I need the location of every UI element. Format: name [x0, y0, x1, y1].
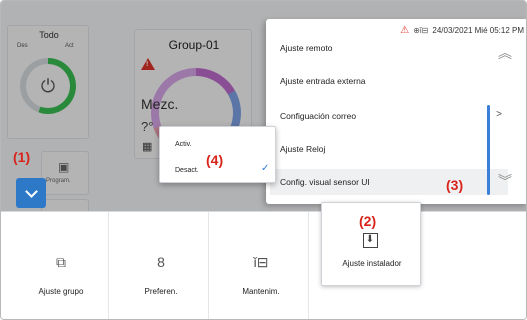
tile-label: Ajuste instalador	[342, 259, 402, 268]
tile-label: Ajuste grupo	[38, 287, 84, 296]
menu-item-label: Config. visual sensor UI	[280, 177, 370, 187]
device-icon: ⊕ǐ⊟	[413, 25, 429, 35]
bottom-menu: ⧉ Ajuste grupo 8 Preferen. ǐ⊟ Mantenim. …	[1, 202, 526, 319]
menu-item-ajuste-remoto[interactable]: Ajuste remoto	[280, 35, 500, 61]
option-activ[interactable]: Activ.	[175, 141, 192, 148]
callout-3: (3)	[446, 177, 464, 193]
option-desact[interactable]: Desact.	[175, 167, 199, 174]
menu-item-sensor-ui[interactable]: Config. visual sensor UI	[270, 169, 508, 195]
scroll-down-icon[interactable]: ︾	[498, 171, 512, 191]
settings-panel: ⚠ ⊕ǐ⊟ 24/03/2021 Mié 05:12 PM Ajuste rem…	[266, 19, 526, 204]
callout-4: (4)	[206, 152, 224, 168]
callout-1: (1)	[13, 149, 31, 165]
tile-label: Preferen.	[144, 287, 178, 296]
scrollbar[interactable]	[487, 105, 490, 195]
user-icon: 8	[157, 254, 165, 270]
tile-preferen[interactable]: 8 Preferen.	[113, 212, 209, 319]
callout-2: (2)	[359, 213, 377, 229]
menu-item-label: Ajuste remoto	[280, 43, 333, 53]
chevron-right-icon: >	[496, 109, 502, 120]
datetime: 24/03/2021 Mié 05:12 PM	[432, 25, 524, 35]
tile-ajuste-grupo[interactable]: ⧉ Ajuste grupo	[13, 212, 109, 319]
chevron-down-icon	[24, 184, 38, 198]
collapse-button[interactable]	[16, 178, 46, 208]
menu-item-label: Ajuste Reloj	[280, 144, 326, 154]
tile-mantenim[interactable]: ǐ⊟ Mantenim.	[213, 212, 309, 319]
menu-item-label: Ajuste entrada externa	[280, 76, 366, 86]
warning-triangle-icon: ⚠	[400, 24, 410, 36]
tile-label: Mantenim.	[242, 287, 280, 296]
menu-item-reloj[interactable]: Ajuste Reloj	[280, 136, 500, 162]
group-squares-icon: ⧉	[56, 254, 66, 270]
maintenance-icon: ǐ⊟	[253, 254, 269, 270]
installer-download-icon: ⬇	[322, 229, 418, 248]
menu-item-entrada-externa[interactable]: Ajuste entrada externa	[280, 68, 500, 94]
menu-item-label: Configuación correo	[280, 111, 357, 121]
device-screen: Todo Des Act ⏻ ▣ Program. Group-01 ! Mez…	[0, 0, 527, 320]
scroll-up-icon[interactable]: ︽	[498, 43, 512, 63]
menu-item-correo[interactable]: Configuación correo >	[280, 103, 502, 129]
check-icon: ✓	[261, 163, 270, 174]
